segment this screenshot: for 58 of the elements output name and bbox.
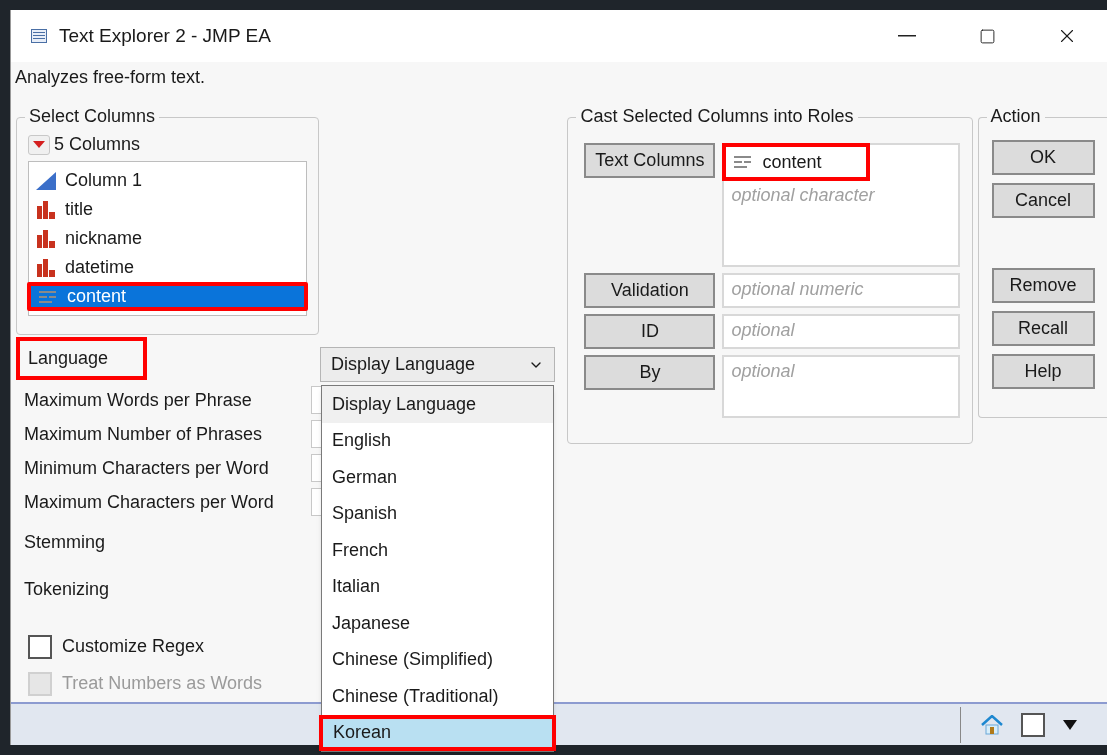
language-label: Language (16, 337, 147, 380)
column-list-item[interactable]: datetime (29, 253, 306, 282)
language-option[interactable]: English (322, 422, 553, 459)
setting-label: Maximum Number of Phrases (24, 422, 264, 446)
setting-label: Maximum Characters per Word (24, 490, 275, 514)
language-option[interactable]: German (322, 459, 553, 496)
setting-label: Tokenizing (24, 578, 111, 601)
bar-chart-icon (36, 257, 56, 278)
language-dropdown[interactable]: Display Language (320, 347, 555, 382)
column-list-item[interactable]: Column 1 (29, 166, 306, 195)
continuous-column-icon (35, 170, 57, 191)
language-option[interactable]: French (322, 532, 553, 569)
column-count: 5 Columns (54, 133, 141, 156)
home-icon[interactable] (981, 714, 1003, 735)
role-button[interactable]: Text Columns (584, 143, 716, 178)
language-option[interactable]: Display Language (322, 386, 553, 423)
role-button[interactable]: ID (584, 314, 716, 349)
action-button[interactable]: OK (991, 140, 1095, 175)
action-button[interactable]: Recall (991, 311, 1095, 346)
text-lines-icon (39, 290, 57, 303)
app-icon (31, 29, 47, 43)
menu-triangle-button[interactable] (28, 134, 50, 155)
role-value[interactable]: content (722, 143, 871, 181)
bar-chart-icon (36, 199, 56, 220)
language-option[interactable]: Spanish (322, 495, 553, 532)
role-placeholder: optional (730, 319, 796, 342)
language-option[interactable]: Japanese (322, 605, 553, 642)
bar-chart-icon (36, 228, 56, 249)
setting-label: Minimum Characters per Word (24, 456, 270, 480)
language-option[interactable]: Chinese (Traditional) (322, 678, 553, 715)
role-field[interactable]: content optional character (722, 143, 961, 267)
checkbox[interactable] (28, 634, 52, 659)
minimize-icon (898, 35, 916, 37)
checkbox-label: Treat Numbers as Words (62, 672, 263, 695)
language-option[interactable]: Chinese (Simplified) (322, 641, 553, 678)
triangle-icon (33, 141, 45, 148)
role-button[interactable]: By (584, 355, 716, 390)
checkbox-label: Customize Regex (62, 635, 205, 658)
color-swatch[interactable] (1021, 712, 1045, 737)
setting-label: Maximum Words per Phrase (24, 388, 253, 412)
language-option[interactable]: Italian (322, 568, 553, 605)
action-button[interactable]: Cancel (991, 183, 1095, 218)
column-list-item[interactable]: content (27, 282, 308, 311)
column-list-item[interactable]: title (29, 195, 306, 224)
role-placeholder: optional (730, 360, 796, 383)
action-button[interactable]: Help (991, 354, 1095, 389)
description-text: Analyzes free-form text. (15, 66, 207, 89)
dropdown-triangle-icon[interactable] (1063, 719, 1077, 730)
maximize-icon (978, 27, 996, 45)
role-placeholder: optional character (730, 184, 876, 207)
action-button[interactable]: Remove (991, 268, 1095, 303)
window-title: Text Explorer 2 - JMP EA (59, 23, 271, 48)
role-button[interactable]: Validation (584, 273, 716, 308)
setting-label: Stemming (24, 531, 107, 554)
language-option[interactable]: Korean (319, 714, 556, 751)
role-placeholder: optional numeric (730, 278, 865, 301)
column-list-item[interactable]: nickname (29, 224, 306, 253)
text-lines-icon (734, 156, 753, 168)
